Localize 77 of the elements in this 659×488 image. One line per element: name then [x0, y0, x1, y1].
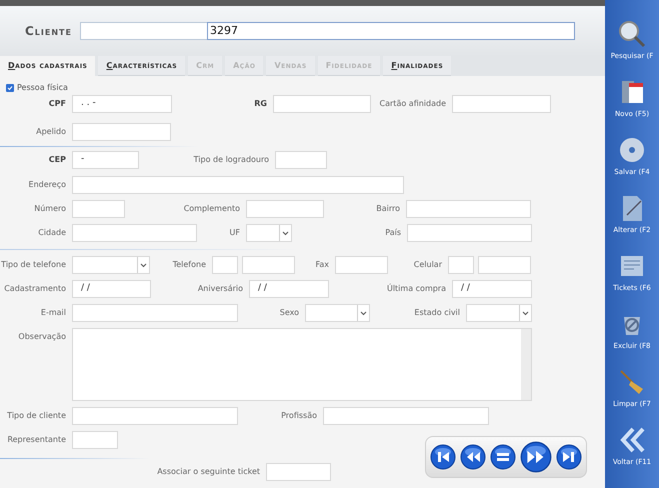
search-icon — [617, 18, 647, 48]
text-field[interactable] — [72, 176, 404, 194]
dropdown-field[interactable] — [246, 224, 292, 242]
text-field[interactable] — [275, 151, 327, 169]
text-field[interactable] — [72, 304, 238, 322]
client-code-field[interactable]: 3297 — [207, 22, 575, 40]
checkbox-label: Pessoa física — [17, 82, 68, 94]
first-record-button[interactable] — [430, 444, 456, 470]
text-field[interactable]: . . - — [72, 95, 172, 113]
field-label: Observação — [17, 331, 67, 343]
text-field[interactable]: / / — [452, 280, 532, 298]
text-field[interactable] — [246, 200, 324, 218]
dropdown-field[interactable] — [72, 256, 150, 274]
field-label: Endereço — [28, 179, 67, 191]
text-field[interactable] — [266, 463, 331, 481]
area-code-field[interactable] — [448, 256, 474, 274]
text-field[interactable] — [273, 95, 371, 113]
field-label: Sexo — [278, 307, 300, 319]
field-label: Tipo de cliente — [6, 410, 67, 422]
text-field[interactable] — [407, 224, 532, 242]
dropdown-field[interactable] — [466, 304, 532, 322]
field-label: UF — [228, 227, 241, 239]
tab[interactable]: Dados cadastrais — [0, 56, 96, 76]
text-field[interactable] — [72, 431, 118, 449]
field-label: Celular — [412, 259, 443, 271]
chevron-down-icon — [360, 310, 367, 316]
text-field[interactable] — [72, 224, 197, 242]
chevron-down-icon — [282, 230, 289, 236]
chevron-down-icon — [140, 262, 147, 268]
client-label: Cliente — [25, 23, 73, 40]
field-label: CPF — [48, 98, 67, 110]
dropdown-field[interactable] — [305, 304, 370, 322]
field-label: RG — [253, 98, 268, 110]
field-label: Número — [33, 203, 67, 215]
field-label: Associar o seguinte ticket — [156, 466, 261, 478]
field-label: Tipo de logradouro — [192, 154, 270, 166]
phone-number-field[interactable] — [242, 256, 295, 274]
text-field[interactable]: / / — [72, 280, 151, 298]
scrollbar[interactable] — [521, 329, 531, 400]
field-label: Estado civil — [413, 307, 461, 319]
tab[interactable]: Características — [98, 56, 186, 76]
text-area[interactable] — [72, 328, 532, 401]
text-field[interactable] — [72, 123, 171, 141]
text-field[interactable] — [72, 407, 238, 425]
field-label: Cidade — [37, 227, 67, 239]
text-field[interactable] — [335, 256, 388, 274]
text-field[interactable]: - — [72, 151, 139, 169]
field-label: Cadastramento — [3, 283, 67, 295]
area-code-field[interactable] — [212, 256, 238, 274]
field-label: Profissão — [280, 410, 318, 422]
field-label: E-mail — [40, 307, 67, 319]
text-field[interactable] — [452, 95, 551, 113]
text-field[interactable] — [406, 200, 531, 218]
field-label: Aniversário — [196, 283, 244, 295]
text-field[interactable] — [323, 407, 489, 425]
field-label: Complemento — [182, 203, 241, 215]
checkbox[interactable] — [6, 84, 14, 92]
field-label: Representante — [6, 434, 67, 446]
text-field[interactable] — [72, 200, 125, 218]
previous-record-button[interactable] — [460, 444, 486, 470]
last-record-button[interactable] — [556, 444, 582, 470]
equal-record-button[interactable] — [490, 444, 516, 470]
field-label: Tipo de telefone — [0, 259, 67, 271]
next-record-button[interactable] — [520, 441, 552, 473]
tab[interactable]: Finalidades — [383, 56, 452, 76]
field-label: Fax — [314, 259, 330, 271]
phone-number-field[interactable] — [478, 256, 531, 274]
field-label: Apelido — [35, 126, 67, 138]
field-label: Telefone — [172, 259, 207, 271]
text-field[interactable]: / / — [249, 280, 329, 298]
chevron-down-icon — [522, 310, 529, 316]
blank-field[interactable] — [80, 22, 207, 40]
field-label: País — [384, 227, 402, 239]
field-label: Última compra — [386, 282, 447, 295]
field-label: CEP — [48, 154, 67, 166]
field-label: Bairro — [375, 203, 401, 215]
field-label: Cartão afinidade — [378, 98, 447, 110]
